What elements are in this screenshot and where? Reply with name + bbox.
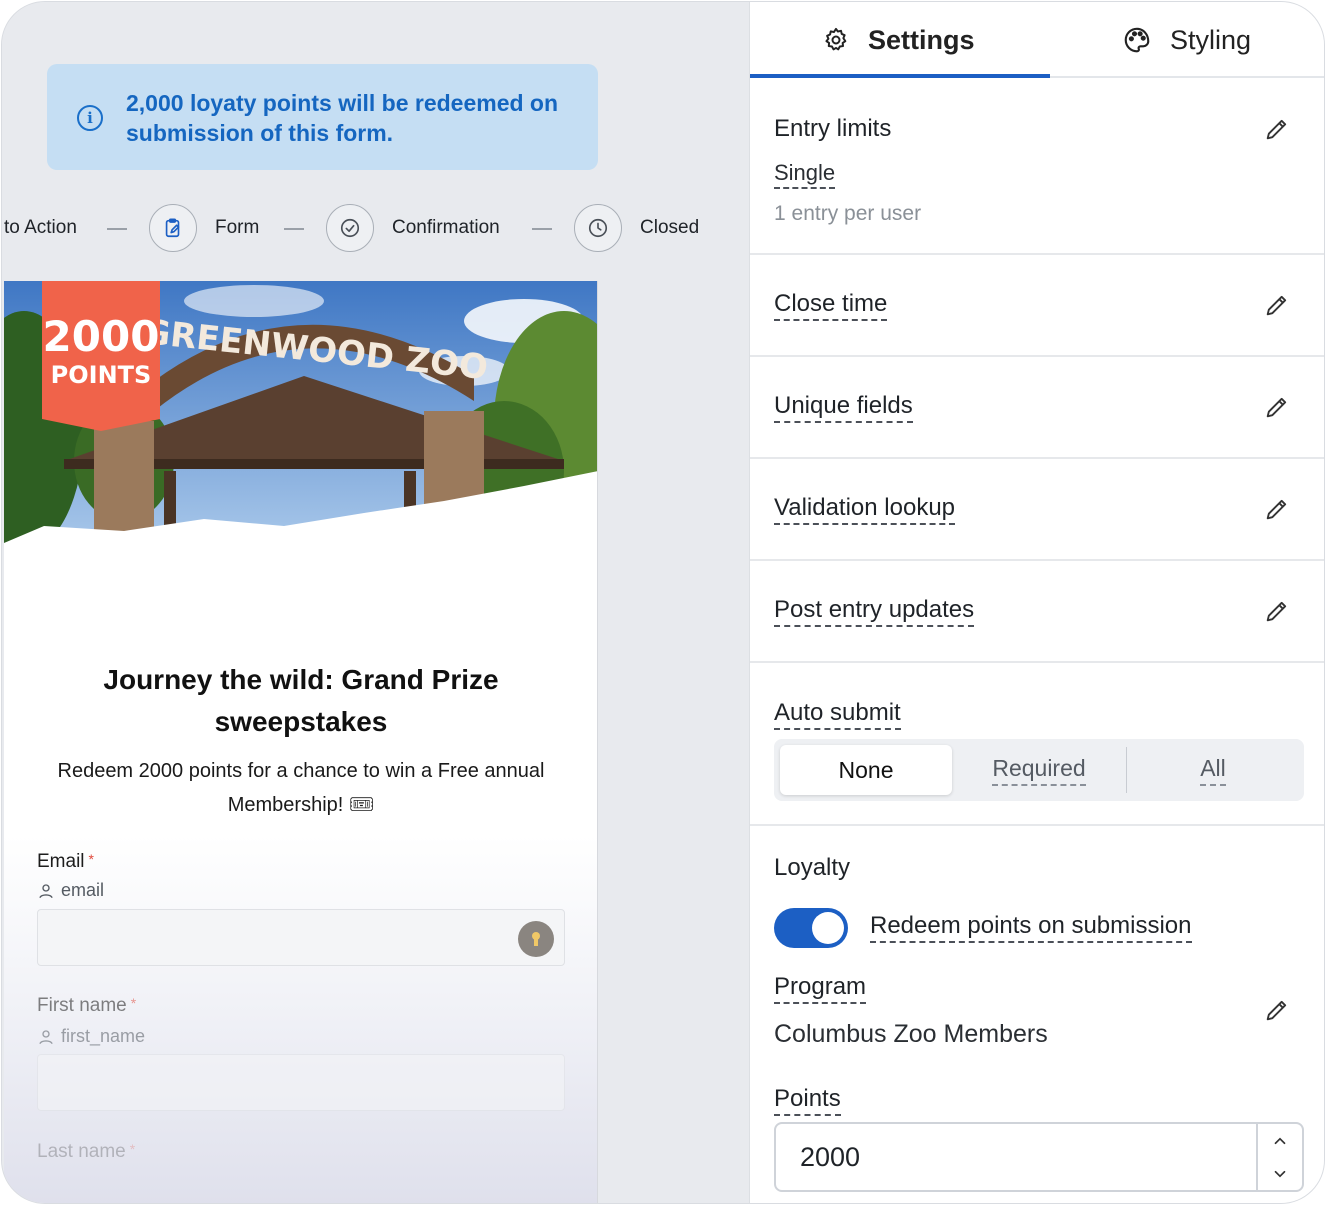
tab-styling[interactable]: Styling [1122,2,1251,78]
redeem-points-toggle[interactable] [774,908,848,948]
badge-number: 2000 [42,312,160,361]
required-mark: * [130,995,137,1011]
email-hint: email [37,880,104,901]
email-label: Email * [37,851,94,872]
points-stepper [1256,1124,1302,1190]
clock-icon [588,218,608,238]
step-form-label[interactable]: Form [215,217,259,239]
auto-submit-option-none[interactable]: None [780,745,952,795]
email-input[interactable] [37,909,565,966]
entry-limits-title: Entry limits [774,115,892,142]
section-validation-lookup: Validation lookup [750,459,1324,561]
step-connector [284,228,304,230]
active-tab-indicator [750,74,1050,78]
step-call-to-action[interactable]: to Action [4,217,77,239]
unique-fields-title: Unique fields [774,392,913,423]
keyhole-icon [518,921,554,957]
program-label: Program [774,973,867,1004]
step-connector [107,228,127,230]
section-entry-limits: Entry limits Single 1 entry per user [750,80,1324,255]
first-name-hint: first_name [37,1026,145,1047]
segment-divider [1126,747,1127,793]
pencil-icon[interactable] [1263,597,1291,625]
badge-text: POINTS [50,361,152,389]
gear-icon [825,27,847,51]
points-label: Points [774,1085,841,1116]
form-preview-area: i 2,000 loyaty points will be redeemed o… [2,2,749,1203]
user-icon [39,883,53,898]
pencil-icon[interactable] [1263,495,1291,523]
points-value: 2000 [800,1142,861,1172]
app-frame: i 2,000 loyaty points will be redeemed o… [1,1,1325,1204]
entry-limits-value: Single [774,160,836,189]
section-post-entry-updates: Post entry updates [750,561,1324,663]
first-name-input[interactable] [37,1054,565,1111]
section-unique-fields: Unique fields [750,357,1324,459]
panel-tabs: Settings Styling [750,2,1324,78]
clipboard-edit-icon [165,218,180,238]
points-input[interactable]: 2000 [774,1122,1304,1192]
loyalty-title: Loyalty [774,854,851,881]
auto-submit-segmented-control: None Required All [774,739,1304,801]
settings-panel: Settings Styling Entry limits Single 1 e… [749,2,1324,1203]
pencil-icon[interactable] [1263,996,1291,1024]
auto-submit-title: Auto submit [774,699,901,730]
last-name-label: Last name * [37,1141,136,1162]
pencil-icon[interactable] [1263,393,1291,421]
redeem-points-label: Redeem points on submission [870,912,1192,943]
form-preview-card: GREENWOOD ZOO 2000 POINTS Journey the wi… [4,281,598,1203]
auto-submit-option-all[interactable]: All [1128,745,1298,795]
banner-text: 2,000 loyaty points will be redeemed on … [126,90,559,146]
step-closed-button[interactable] [574,204,622,252]
entry-limits-description: 1 entry per user [774,202,922,225]
form-subtitle: Redeem 2000 points for a chance to win a… [57,760,545,816]
redemption-info-banner: i 2,000 loyaty points will be redeemed o… [47,64,598,170]
pencil-icon[interactable] [1263,115,1291,143]
required-mark: * [88,851,94,867]
tab-settings[interactable]: Settings [822,2,975,78]
step-connector [532,228,552,230]
form-title: Journey the wild: Grand Prize sweepstake… [103,664,499,737]
points-badge: 2000 POINTS [42,281,160,431]
step-navigator: to Action Form Confirmation Closed [2,202,749,254]
post-entry-updates-title: Post entry updates [774,596,975,627]
hero-image: GREENWOOD ZOO 2000 POINTS [4,281,597,546]
info-icon: i [77,105,103,131]
validation-lookup-title: Validation lookup [774,494,956,525]
auto-submit-option-required[interactable]: Required [954,745,1124,795]
increment-button[interactable] [1258,1124,1302,1157]
user-icon [39,1029,53,1044]
chevron-up-icon [1274,1137,1286,1144]
program-value: Columbus Zoo Members [774,1020,1048,1048]
required-mark: * [129,1141,136,1157]
decrement-button[interactable] [1258,1157,1302,1190]
step-confirmation-button[interactable] [326,204,374,252]
section-loyalty: Loyalty Redeem points on submission Prog… [750,826,1324,1203]
close-time-title: Close time [774,290,888,321]
section-auto-submit: Auto submit None Required All [750,663,1324,826]
toggle-knob [812,912,844,944]
step-closed-label[interactable]: Closed [640,217,699,239]
pencil-icon[interactable] [1263,291,1291,319]
chevron-down-icon [1274,1170,1286,1177]
check-circle-icon [340,218,360,238]
step-form-button[interactable] [149,204,197,252]
step-confirmation-label[interactable]: Confirmation [392,217,500,239]
palette-icon [1124,27,1150,53]
section-close-time: Close time [750,255,1324,357]
first-name-label: First name * [37,995,137,1016]
